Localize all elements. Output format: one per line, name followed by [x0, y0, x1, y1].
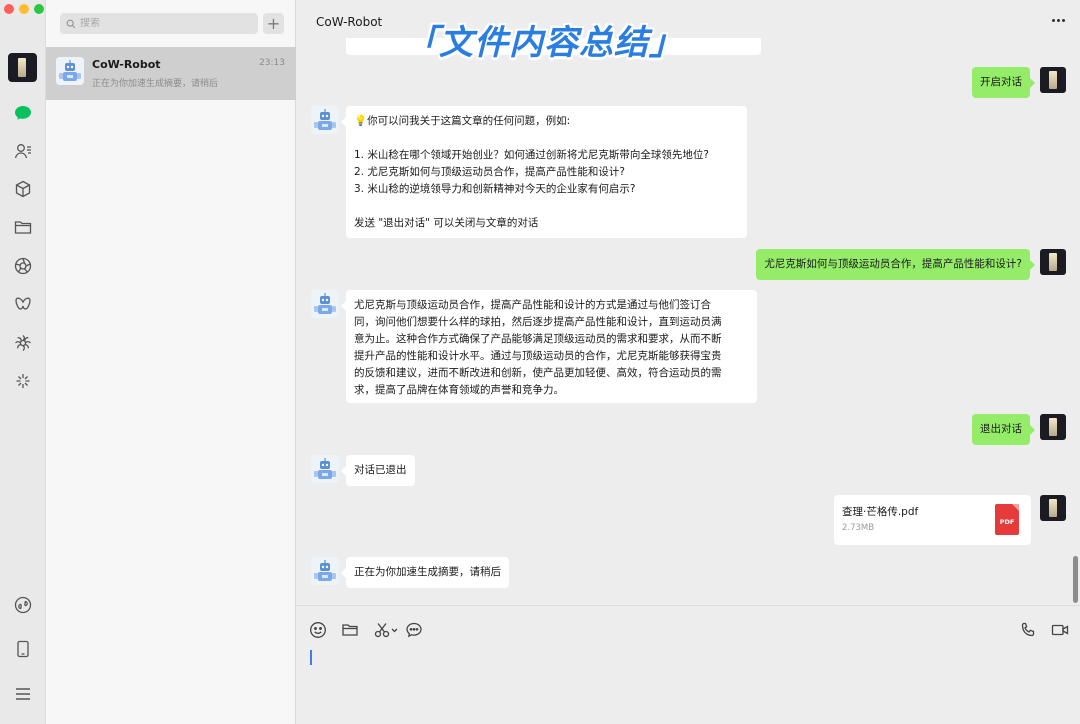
message-bubble-me: 退出对话: [972, 414, 1035, 445]
message-line: 1. 米山稔在哪个领域开始创业？如何通过创新将尤尼克斯带向全球领先地位?: [354, 149, 709, 161]
message-line: 提升产品的性能和设计水平。通过与顶级运动员的合作，尤尼克斯能够获得宝贵: [354, 350, 722, 362]
message-line: 尤尼克斯与顶级运动员合作，提高产品性能和设计的方式是通过与他们签订合: [354, 299, 711, 311]
chat-title: CoW-Robot: [316, 15, 383, 29]
my-avatar[interactable]: [1040, 414, 1066, 440]
more-options-button[interactable]: [1048, 12, 1068, 28]
minimize-window-button[interactable]: [19, 4, 29, 14]
message-line: 同，询问他们想要什么样的球拍，然后逐步提高产品性能和设计，直到运动员满: [354, 316, 722, 328]
message-bubble-bot: 正在为你加速生成摘要，请稍后: [341, 557, 509, 588]
search-input[interactable]: [80, 18, 250, 29]
chat-icon[interactable]: [11, 101, 35, 125]
butterfly-icon[interactable]: [11, 292, 35, 316]
file-size: 2.73MB: [842, 523, 875, 533]
search-icon: [66, 19, 76, 28]
composer: [296, 605, 1080, 724]
aperture-icon[interactable]: [11, 254, 35, 278]
bot-avatar[interactable]: [311, 455, 339, 483]
conversation-time: 23:13: [259, 58, 285, 68]
conversation-item[interactable]: CoW-Robot 23:13 正在为你加速生成摘要，请稍后: [46, 47, 296, 100]
chat-scrollbar[interactable]: [1073, 556, 1078, 603]
message-line: 💡你可以问我关于这篇文章的任何问题，例如:: [354, 115, 571, 127]
add-chat-button[interactable]: +: [263, 13, 284, 34]
my-avatar[interactable]: [1040, 495, 1066, 521]
folder-icon[interactable]: [11, 215, 35, 239]
message-bubble-me: 开启对话: [972, 67, 1035, 98]
message-line: 的反馈和建议，进而不断改进和创新，使产品更加轻便、高效，符合运动员的需: [354, 367, 722, 379]
message-bubble-bot: 对话已退出: [341, 455, 415, 486]
overlay-caption: 「文件内容总结」: [404, 23, 684, 63]
bot-avatar[interactable]: [311, 106, 339, 134]
robot-icon: [311, 290, 339, 318]
conversation-preview: 正在为你加速生成摘要，请稍后: [92, 79, 219, 89]
message-line-blank: [354, 198, 739, 215]
chat-bubble-icon[interactable]: [404, 620, 424, 640]
bot-avatar[interactable]: [311, 557, 339, 585]
file-message-card[interactable]: 查理·芒格传.pdf 2.73MB PDF: [834, 495, 1031, 545]
contacts-icon[interactable]: [11, 139, 35, 163]
pdf-file-icon: PDF: [995, 504, 1019, 535]
message-line-blank: [354, 130, 739, 147]
bot-avatar[interactable]: [311, 290, 339, 318]
bot-avatar: [56, 57, 84, 85]
box-icon[interactable]: [11, 177, 35, 201]
navigation-rail: [0, 0, 46, 724]
video-call-icon[interactable]: [1050, 620, 1070, 640]
robot-icon: [311, 455, 339, 483]
my-avatar[interactable]: [1040, 67, 1066, 93]
robot-icon: [56, 57, 84, 85]
text-cursor: [310, 650, 312, 665]
menu-icon[interactable]: [11, 682, 35, 706]
robot-icon: [311, 106, 339, 134]
sparkle-icon[interactable]: [11, 369, 35, 393]
settings-flower-icon[interactable]: [11, 331, 35, 355]
user-avatar[interactable]: [8, 53, 37, 82]
close-window-button[interactable]: [4, 4, 14, 14]
scissors-icon[interactable]: [372, 620, 400, 640]
message-line: 3. 米山稔的逆境领导力和创新精神对今天的企业家有何启示?: [354, 183, 636, 195]
message-input[interactable]: [316, 646, 1056, 716]
window-controls: [4, 4, 44, 14]
search-box[interactable]: [60, 13, 258, 34]
my-avatar[interactable]: [1040, 249, 1066, 275]
mini-program-icon[interactable]: [11, 593, 35, 617]
message-line: 求，提高了品牌在体育领域的声誉和竞争力。: [354, 384, 564, 396]
emoji-icon[interactable]: [308, 620, 328, 640]
phone-call-icon[interactable]: [1018, 620, 1038, 640]
folder-icon[interactable]: [340, 620, 360, 640]
robot-icon: [311, 557, 339, 585]
conversation-list: + CoW-Robot 23:13 正在为你加速生成摘要，请稍后: [46, 0, 296, 724]
chat-panel: CoW-Robot 「文件内容总结」 开启对话 💡你可以问我关于这篇文章的任何问…: [296, 0, 1080, 724]
message-bubble-me: 尤尼克斯如何与顶级运动员合作，提高产品性能和设计?: [756, 249, 1035, 280]
message-line: 2. 尤尼克斯如何与顶级运动员合作，提高产品性能和设计?: [354, 166, 625, 178]
message-bubble-bot: 💡你可以问我关于这篇文章的任何问题，例如: 1. 米山稔在哪个领域开始创业？如何…: [341, 106, 747, 238]
file-name: 查理·芒格传.pdf: [842, 506, 919, 518]
conversation-name: CoW-Robot: [92, 58, 161, 71]
message-bubble-bot: 尤尼克斯与顶级运动员合作，提高产品性能和设计的方式是通过与他们签订合 同，询问他…: [341, 290, 757, 403]
zoom-window-button[interactable]: [34, 4, 44, 14]
message-line: 意为止。这种合作方式确保了产品能够满足顶级运动员的需求和要求，从而不断: [354, 333, 722, 345]
phone-device-icon[interactable]: [11, 637, 35, 661]
message-line: 发送 "退出对话" 可以关闭与文章的对话: [354, 217, 539, 229]
